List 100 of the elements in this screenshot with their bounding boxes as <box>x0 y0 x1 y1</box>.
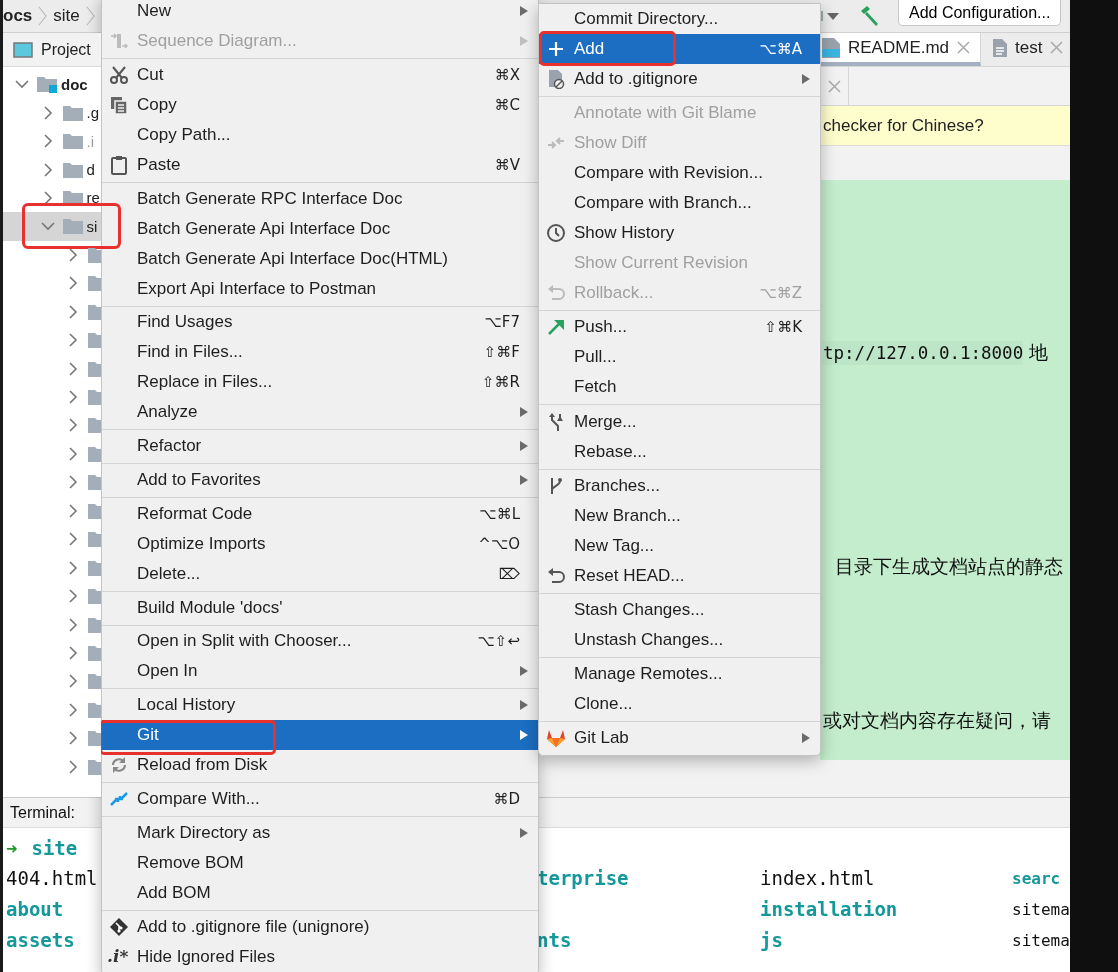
copy-icon <box>109 94 129 115</box>
close-icon <box>827 79 841 93</box>
plus-icon <box>546 39 566 59</box>
menu-item[interactable]: Batch Generate RPC Interface Doc <box>102 183 538 214</box>
chevron-icon <box>85 6 95 26</box>
prompt-directory: site <box>31 836 78 859</box>
text-line: 或对文档内容存在疑问，请 <box>823 708 1051 733</box>
file-icon <box>822 37 840 58</box>
menu-item[interactable]: Reload from Disk <box>102 750 538 781</box>
tree-item[interactable]: .g <box>3 98 101 127</box>
menu-item[interactable]: Git Lab <box>539 723 820 754</box>
directory-name: about <box>6 897 64 922</box>
menu-item[interactable]: Add to .gitignore <box>539 64 820 94</box>
menu-item[interactable]: .i* Hide Ignored Files <box>102 941 538 972</box>
tree-item[interactable]: d <box>3 155 101 184</box>
menu-item[interactable]: Reformat Code ⌥⌘L <box>102 498 538 529</box>
menu-item[interactable]: New <box>102 0 538 26</box>
file-name: sitema <box>1012 899 1070 921</box>
menu-item[interactable]: Rebase... <box>539 436 820 467</box>
refresh-icon <box>109 755 129 776</box>
code-text: tp://127.0.0.1:8000 <box>823 341 1024 365</box>
file-name: 404.html <box>6 866 98 891</box>
menu-item[interactable]: Branches... <box>539 470 820 501</box>
menu-item[interactable]: Add to .gitignore file (unignore) <box>102 911 538 942</box>
text-line: 目录下生成文档站点的静态 <box>835 554 1063 579</box>
shortcut-label: ⌥⌘A <box>758 40 802 58</box>
close-icon <box>957 41 971 54</box>
directory-name: nts <box>537 928 572 953</box>
directory-name: installation <box>760 897 898 922</box>
menu-item[interactable]: Manage Remotes... <box>539 659 820 690</box>
menu-item[interactable]: Local History <box>102 690 538 721</box>
notification-text: checker for Chinese? <box>820 106 1070 146</box>
menu-item[interactable]: Replace in Files... ⇧⌘R <box>102 367 538 398</box>
prompt-arrow: ➜ <box>6 836 18 859</box>
menu-item[interactable]: Clone... <box>539 689 820 720</box>
menu-item[interactable]: Compare With... ⌘D <box>102 783 538 814</box>
menu-item[interactable]: Commit Directory... <box>539 4 820 34</box>
menu-item[interactable]: Add BOM <box>102 877 538 908</box>
folder-icon <box>61 103 84 122</box>
menu-item[interactable]: Optimize Imports ^⌥O <box>102 528 538 559</box>
panel-title: Terminal: <box>10 803 75 822</box>
menu-item[interactable]: Show History <box>539 218 820 249</box>
menu-item[interactable]: Cut ⌘X <box>102 59 538 90</box>
menu-item[interactable]: Batch Generate Api Interface Doc <box>102 213 538 244</box>
shortcut-label: ⌘X <box>493 65 520 84</box>
breadcrumb[interactable]: ocs <box>3 6 33 26</box>
menu-item[interactable]: Stash Changes... <box>539 594 820 625</box>
menu-item[interactable]: Pull... <box>539 342 820 373</box>
menu-item[interactable]: Paste ⌘V <box>102 149 538 180</box>
menu-item[interactable]: Reset HEAD... <box>539 560 820 591</box>
tree-item[interactable]: doc <box>3 70 101 99</box>
chevron-icon <box>38 6 48 26</box>
menu-item[interactable]: Merge... <box>539 406 820 437</box>
menu-item[interactable]: Open In <box>102 656 538 687</box>
file-icon <box>546 69 566 89</box>
git-icon <box>109 916 129 937</box>
menu-item[interactable]: Compare with Revision... <box>539 158 820 189</box>
shortcut-label: ⌦ <box>497 564 520 583</box>
text-line: 地 <box>1028 341 1049 363</box>
menu-item[interactable]: Find Usages ⌥F7 <box>102 307 538 338</box>
ignore-glyph: .i* <box>107 945 129 966</box>
shortcut-label: ⌘D <box>492 789 520 808</box>
menu-item[interactable]: Build Module 'docs' <box>102 592 538 623</box>
shortcut-label: ⌥⌘Z <box>758 284 802 303</box>
menu-item[interactable]: Add to Favorites <box>102 465 538 495</box>
menu-item[interactable]: Export Api Interface to Postman <box>102 273 538 304</box>
menu-item[interactable]: Copy ⌘C <box>102 89 538 120</box>
menu-item[interactable]: Add ⌥⌘A <box>539 34 820 64</box>
undo-icon <box>546 565 566 586</box>
scissors-icon <box>109 64 129 85</box>
menu-item[interactable]: Copy Path... <box>102 119 538 150</box>
tree-item[interactable]: re <box>3 183 101 213</box>
breadcrumb[interactable]: site <box>53 6 80 26</box>
directory-name: searc <box>1012 868 1061 890</box>
menu-item[interactable]: Refactor <box>102 431 538 462</box>
editor-tab[interactable]: README.md <box>820 33 982 66</box>
menu-item[interactable]: Open in Split with Chooser... ⌥⇧↩ <box>102 626 538 657</box>
menu-item[interactable]: New Tag... <box>539 530 820 561</box>
folder-icon <box>61 217 84 236</box>
menu-item[interactable]: Push... ⇧⌘K <box>539 312 820 343</box>
menu-item[interactable]: Fetch <box>539 372 820 403</box>
shortcut-label: ⇧⌘F <box>482 343 520 362</box>
menu-item[interactable]: New Branch... <box>539 500 820 531</box>
panel-title: Project <box>41 40 91 59</box>
menu-item[interactable]: Unstash Changes... <box>539 624 820 655</box>
add-configuration-button[interactable]: Add Configuration... <box>898 0 1062 26</box>
folder-icon <box>61 160 84 179</box>
menu-item[interactable]: Git <box>102 720 538 751</box>
editor-tab[interactable]: test <box>981 33 1070 66</box>
menu-item[interactable]: Find in Files... ⇧⌘F <box>102 337 538 368</box>
tree-item[interactable]: si <box>3 212 101 241</box>
shortcut-label: ⇧⌘R <box>481 373 520 392</box>
menu-item[interactable]: Compare with Branch... <box>539 188 820 219</box>
menu-item[interactable]: Mark Directory as <box>102 817 538 848</box>
menu-item[interactable]: Analyze <box>102 397 538 428</box>
menu-item[interactable]: Remove BOM <box>102 847 538 878</box>
menu-item[interactable]: Delete... ⌦ <box>102 558 538 589</box>
menu-item[interactable]: Batch Generate Api Interface Doc(HTML) <box>102 243 538 274</box>
file-icon <box>993 38 1008 57</box>
shortcut-label: ⌥F7 <box>483 313 520 332</box>
